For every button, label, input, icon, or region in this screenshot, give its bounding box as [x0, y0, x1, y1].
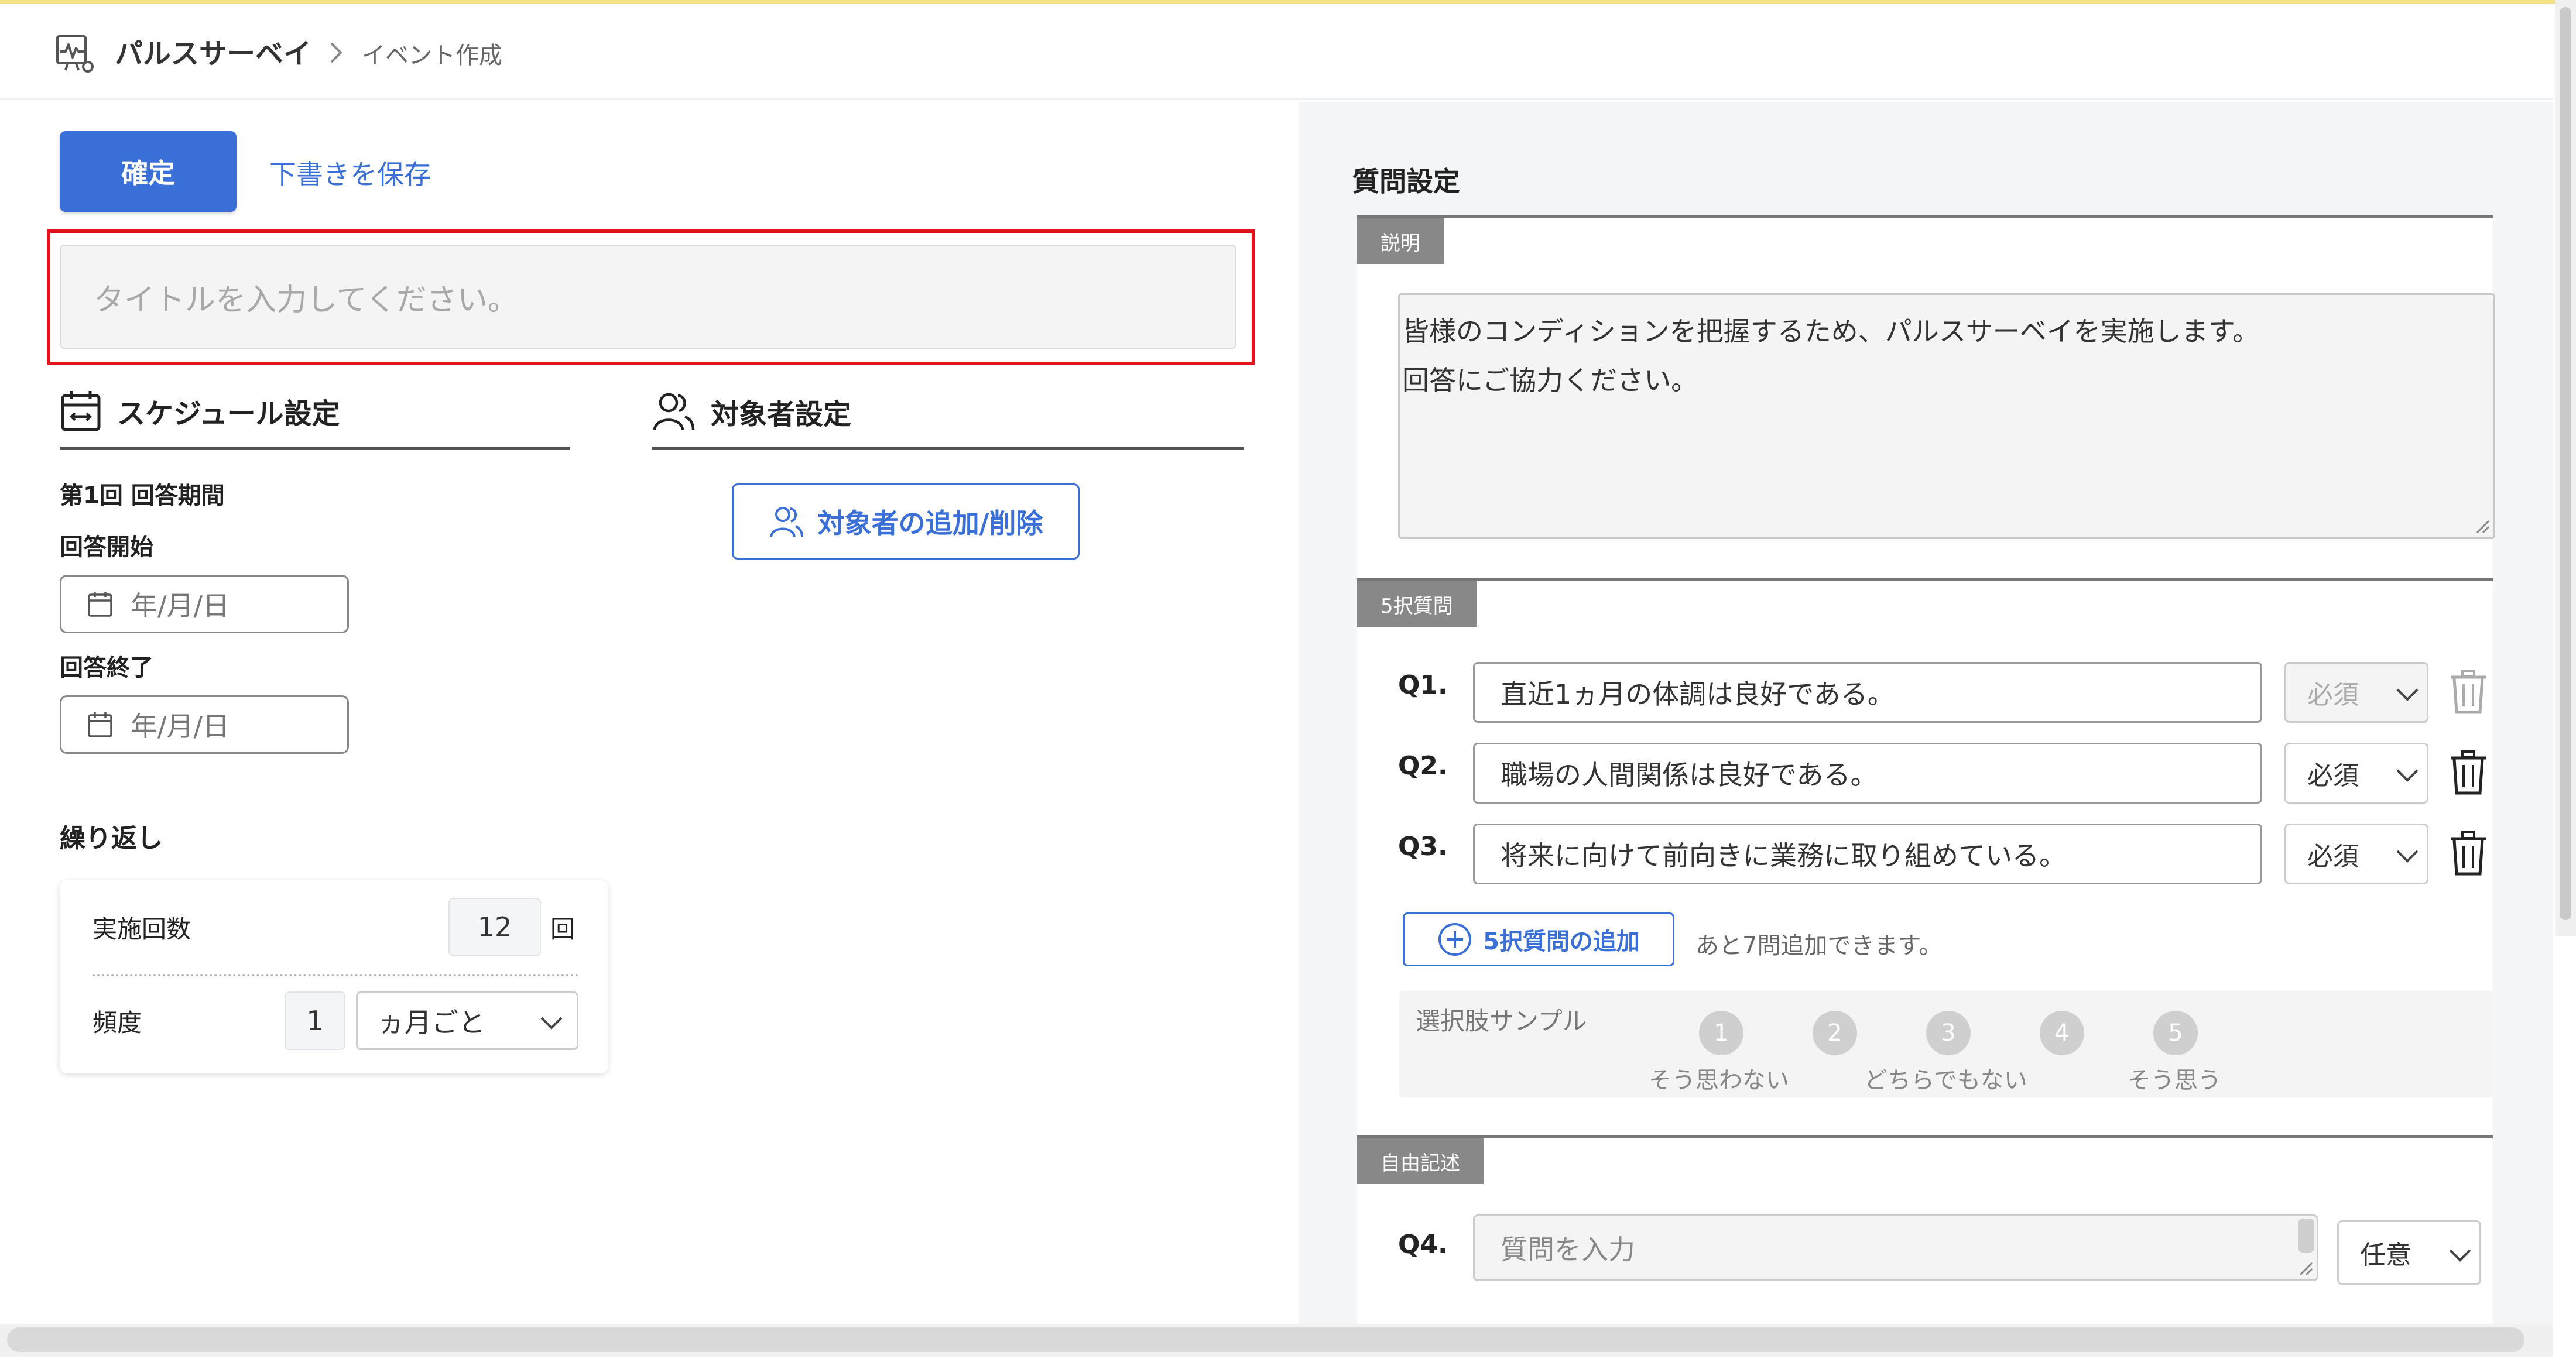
- app-name[interactable]: パルスサーベイ: [115, 30, 311, 71]
- question-1-required-value: 必須: [2307, 680, 2359, 710]
- question-4-required-select[interactable]: 任意: [2337, 1220, 2481, 1285]
- title-input-placeholder: タイトルを入力してください。: [94, 282, 518, 318]
- add-remove-targets-label: 対象者の追加/削除: [817, 507, 1043, 539]
- question-settings-panel: 質問設定 説明 皆様のコンディションを把握するため、パルスサーベイを実施します。…: [1299, 102, 2553, 1369]
- app-header: パルスサーベイ イベント作成: [0, 4, 2553, 100]
- targets-heading: 対象者設定: [652, 390, 851, 433]
- five-choice-section: 5択質問 Q1. 直近1ヵ月の体調は良好である。 必須 Q2. 職場の人間関係は…: [1357, 578, 2494, 1166]
- description-textarea[interactable]: 皆様のコンディションを把握するため、パルスサーベイを実施します。 回答にご協力く…: [1398, 293, 2495, 539]
- count-unit: 回: [550, 915, 576, 943]
- scale-label-high: そう思う: [2128, 1067, 2221, 1094]
- question-number: Q4.: [1398, 1230, 1448, 1260]
- targets-divider: [652, 447, 1244, 450]
- targets-heading-text: 対象者設定: [711, 398, 852, 431]
- chevron-down-icon: [2449, 1249, 2471, 1262]
- textarea-scrollbar[interactable]: [2298, 1219, 2314, 1253]
- end-date-field[interactable]: 年/月/日: [60, 695, 349, 754]
- scale-label-low: そう思わない: [1649, 1067, 1789, 1094]
- question-1-input[interactable]: 直近1ヵ月の体調は良好である。: [1473, 662, 2262, 723]
- scale-option-1: 1: [1699, 1011, 1743, 1055]
- start-date-placeholder: 年/月/日: [131, 590, 229, 622]
- question-2-required-value: 必須: [2307, 761, 2359, 791]
- question-4-input[interactable]: 質問を入力: [1473, 1214, 2318, 1281]
- repeat-divider: [93, 974, 578, 976]
- calendar-icon: [88, 592, 112, 617]
- choice-sample: 選択肢サンプル 1 2 3 4 5 そう思わない どちらでもない そう思う: [1399, 991, 2494, 1097]
- pulse-survey-icon: [56, 35, 94, 73]
- save-draft-link[interactable]: 下書きを保存: [269, 153, 431, 192]
- question-settings-heading: 質問設定: [1352, 166, 1460, 197]
- users-icon: [653, 393, 695, 430]
- title-input[interactable]: タイトルを入力してください。: [60, 245, 1236, 349]
- frequency-input[interactable]: 1: [285, 991, 345, 1050]
- frequency-label: 頻度: [93, 1008, 142, 1037]
- event-create-screen: パルスサーベイ イベント作成 確定 下書きを保存 タイトルを入力してください。 …: [0, 0, 2576, 1369]
- scale-option-5: 5: [2153, 1011, 2198, 1055]
- scale-option-4: 4: [2040, 1011, 2084, 1055]
- trash-icon[interactable]: [2447, 669, 2489, 715]
- chevron-down-icon: [2396, 769, 2419, 782]
- question-2-input[interactable]: 職場の人間関係は良好である。: [1473, 743, 2262, 804]
- question-number: Q2.: [1398, 751, 1448, 781]
- repeat-card: 実施回数 12 回 頻度 1 ヵ月ごと: [60, 880, 608, 1073]
- scale-option-3: 3: [1926, 1011, 1971, 1055]
- question-3-required-select[interactable]: 必須: [2284, 824, 2428, 884]
- scale-option-2: 2: [1813, 1011, 1857, 1055]
- question-1-text: 直近1ヵ月の体調は良好である。: [1501, 678, 1895, 710]
- description-tag: 説明: [1357, 218, 1444, 264]
- vertical-scrollbar-thumb[interactable]: [2560, 7, 2571, 920]
- users-icon: [769, 507, 803, 537]
- chevron-down-icon: [2396, 850, 2419, 863]
- period-label: 第1回 回答期間: [60, 482, 225, 509]
- question-number: Q3.: [1398, 832, 1448, 862]
- frequency-unit-value: ヵ月ごと: [378, 1007, 485, 1038]
- calendar-icon: [88, 712, 112, 737]
- chevron-down-icon: [2396, 688, 2419, 701]
- add-five-choice-button[interactable]: 5択質問の追加: [1403, 912, 1674, 966]
- event-settings-panel: 確定 下書きを保存 タイトルを入力してください。 スケジュール設定 第1回 回答…: [0, 102, 1294, 1325]
- schedule-heading-text: スケジュール設定: [117, 397, 340, 430]
- description-section: 説明 皆様のコンディションを把握するため、パルスサーベイを実施します。 回答にご…: [1357, 215, 2495, 581]
- end-label: 回答終了: [60, 654, 153, 681]
- question-number: Q1.: [1398, 670, 1448, 700]
- schedule-divider: [60, 447, 570, 450]
- remaining-questions-note: あと7問追加できます。: [1695, 932, 1943, 959]
- question-2-required-select[interactable]: 必須: [2284, 743, 2428, 804]
- add-remove-targets-button[interactable]: 対象者の追加/削除: [732, 483, 1080, 560]
- start-date-field[interactable]: 年/月/日: [60, 575, 349, 633]
- schedule-heading: スケジュール設定: [60, 389, 340, 433]
- count-input[interactable]: 12: [448, 898, 541, 956]
- description-line-1: 皆様のコンディションを把握するため、パルスサーベイを実施します。: [1402, 315, 2260, 347]
- frequency-unit-select[interactable]: ヵ月ごと: [356, 991, 578, 1050]
- start-label: 回答開始: [60, 534, 153, 561]
- free-text-tag: 自由記述: [1357, 1138, 1484, 1184]
- trash-icon[interactable]: [2447, 750, 2489, 795]
- question-3-input[interactable]: 将来に向けて前向きに業務に取り組めている。: [1473, 824, 2262, 884]
- end-date-placeholder: 年/月/日: [131, 711, 229, 742]
- confirm-button[interactable]: 確定: [60, 131, 237, 212]
- calendar-icon: [61, 391, 101, 431]
- add-five-choice-label: 5択質問の追加: [1483, 928, 1640, 955]
- question-4-placeholder: 質問を入力: [1501, 1234, 1635, 1265]
- choice-sample-label: 選択肢サンプル: [1416, 1007, 1587, 1035]
- trash-icon[interactable]: [2447, 831, 2489, 876]
- chevron-right-icon: [330, 42, 342, 63]
- repeat-heading: 繰り返し: [60, 824, 163, 853]
- horizontal-scrollbar-thumb[interactable]: [7, 1327, 2524, 1352]
- question-4-required-value: 任意: [2360, 1240, 2411, 1270]
- chevron-down-icon: [540, 1017, 563, 1030]
- scale-label-mid: どちらでもない: [1864, 1067, 2027, 1094]
- five-choice-tag: 5択質問: [1357, 581, 1477, 627]
- description-line-2: 回答にご協力ください。: [1402, 365, 1698, 396]
- plus-circle-icon: [1438, 923, 1472, 956]
- count-label: 実施回数: [93, 915, 191, 943]
- question-3-text: 将来に向けて前向きに業務に取り組めている。: [1501, 840, 2066, 872]
- breadcrumb-current: イベント作成: [362, 42, 502, 69]
- resize-handle-icon[interactable]: [2475, 519, 2490, 534]
- question-1-required-select[interactable]: 必須: [2284, 662, 2428, 723]
- question-3-required-value: 必須: [2307, 842, 2359, 872]
- question-2-text: 職場の人間関係は良好である。: [1501, 759, 1878, 791]
- resize-handle-icon[interactable]: [2298, 1261, 2313, 1276]
